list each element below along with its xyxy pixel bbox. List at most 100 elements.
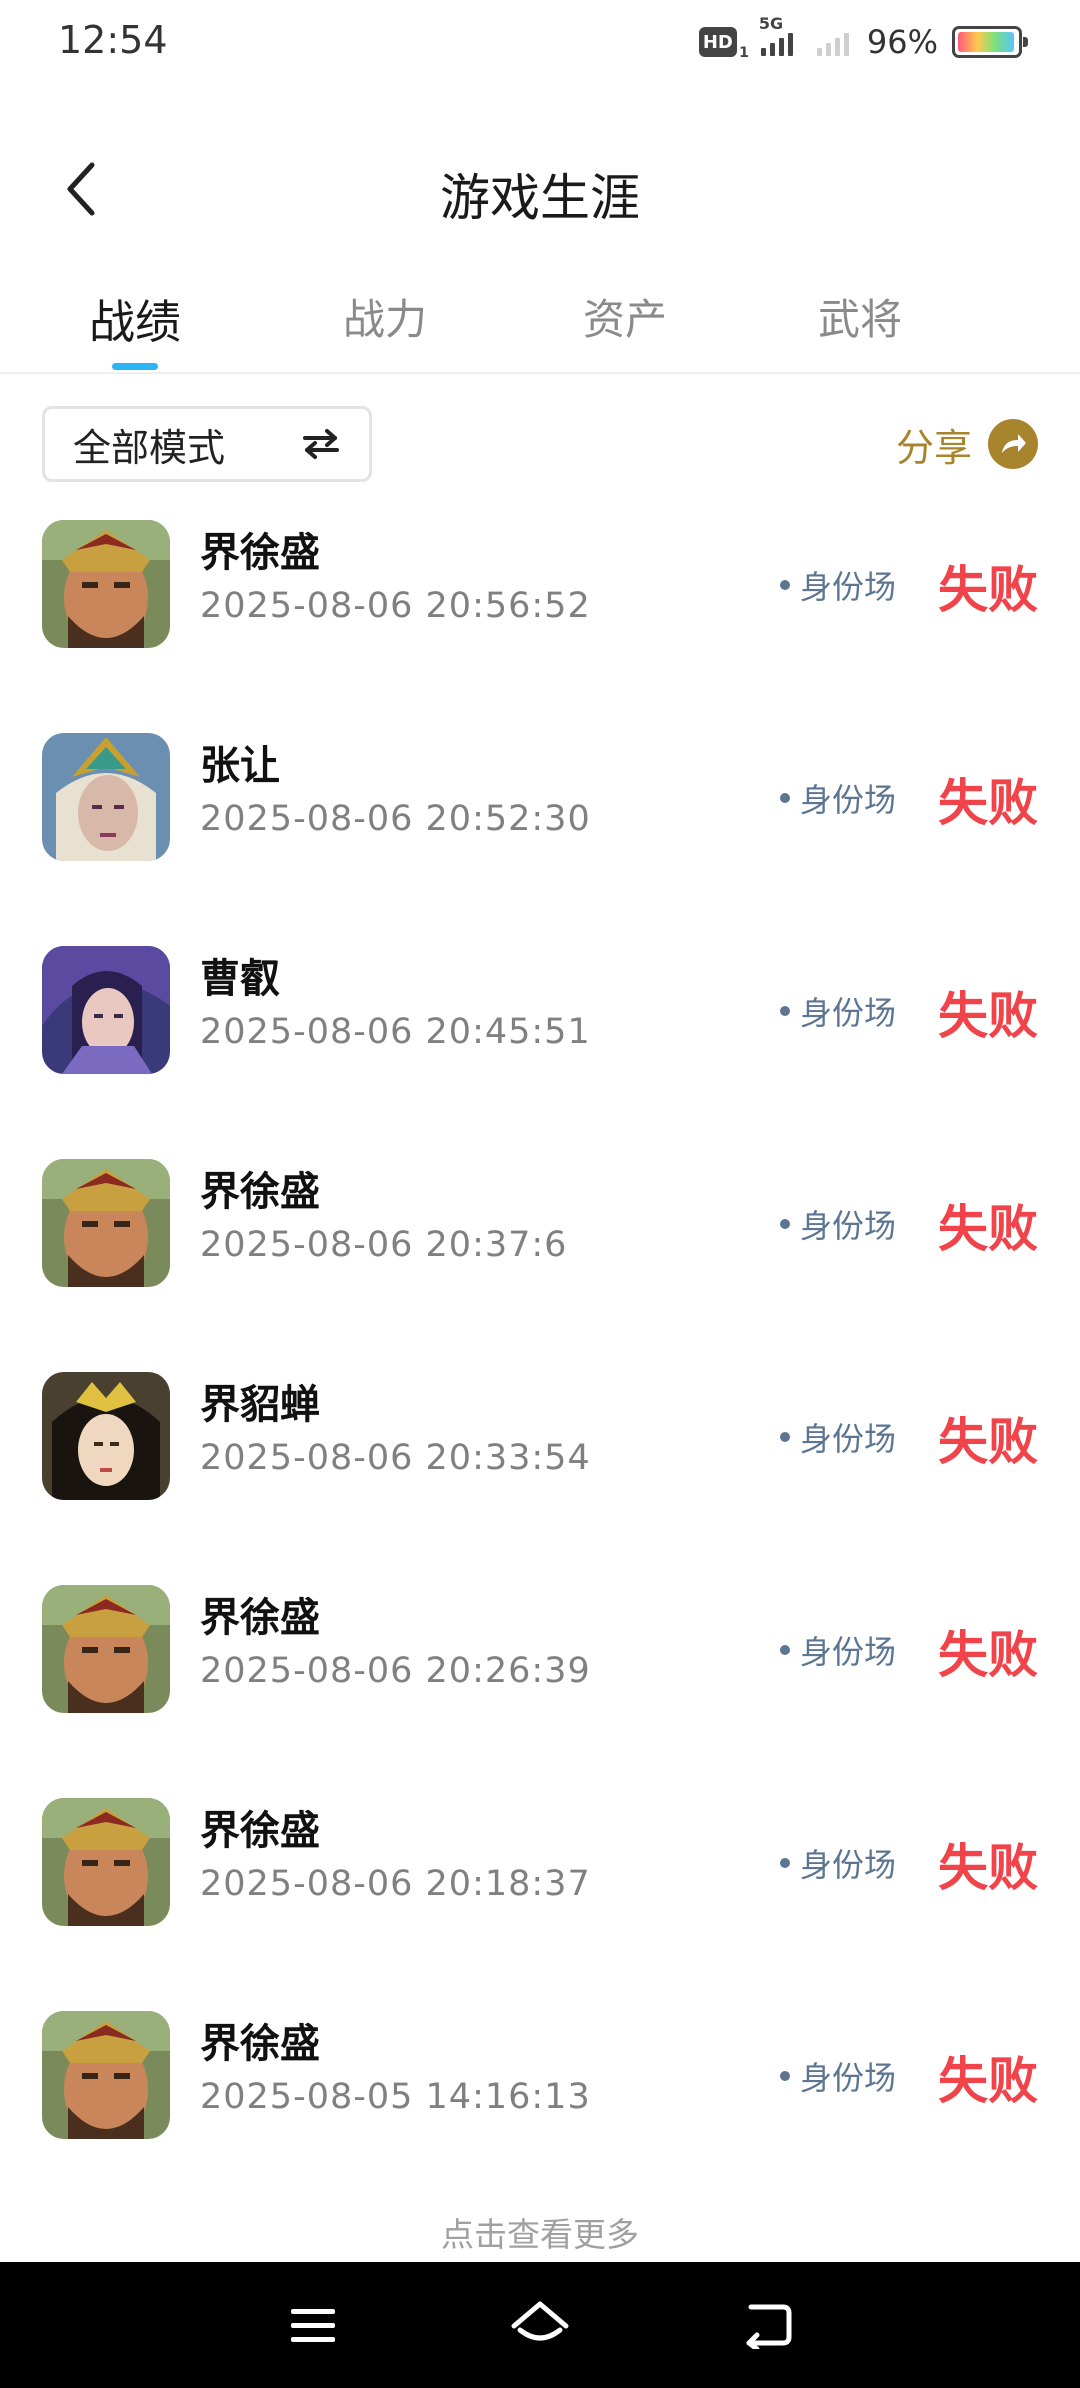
tab-label: 资产 (582, 295, 667, 344)
mode-text: 身份场 (800, 994, 897, 1032)
dot-icon (780, 2071, 790, 2081)
avatar (42, 1372, 170, 1500)
hero-name: 界徐盛 (200, 530, 320, 576)
mode-tag: 身份场 (780, 1414, 896, 1460)
match-time: 2025-08-06 20:37:6 (200, 1225, 568, 1265)
status-bar: 12:54 HD 1 5G 96% (0, 0, 1080, 84)
home-icon (511, 2301, 569, 2341)
menu-icon (291, 2309, 336, 2342)
mode-text: 身份场 (800, 1207, 897, 1245)
list-item[interactable]: 界徐盛 2025-08-06 20:26:39 身份场 失败 (0, 1585, 1080, 1798)
battery-percent: 96% (866, 23, 938, 61)
share-arrow-icon (988, 419, 1038, 469)
tab-label: 武将 (817, 295, 902, 344)
result-label: 失败 (938, 1839, 1038, 1897)
mode-text: 身份场 (800, 781, 897, 819)
signal-secondary-icon (816, 28, 849, 56)
hero-name: 界徐盛 (200, 1808, 320, 1854)
dot-icon (780, 1006, 790, 1016)
result-label: 失败 (938, 1200, 1038, 1258)
mode-tag: 身份场 (780, 1840, 896, 1886)
battery-icon (952, 26, 1028, 58)
record-list: 界徐盛 2025-08-06 20:56:52 身份场 失败 张让 2025-0… (0, 520, 1080, 2224)
list-item[interactable]: 界徐盛 2025-08-06 20:18:37 身份场 失败 (0, 1798, 1080, 2011)
signal-5g-icon: 5G (759, 14, 793, 56)
mode-text: 身份场 (800, 1633, 897, 1671)
dot-icon (780, 1432, 790, 1442)
share-label: 分享 (895, 425, 972, 470)
tab-active-indicator (112, 363, 158, 370)
app-header: 游戏生涯 (0, 130, 1080, 250)
status-icons: HD 1 5G 96% (698, 14, 1028, 62)
match-time: 2025-08-06 20:26:39 (200, 1651, 591, 1691)
list-item[interactable]: 界徐盛 2025-08-06 20:37:6 身份场 失败 (0, 1159, 1080, 1372)
hero-name: 曹叡 (200, 956, 280, 1002)
back-nav-button[interactable] (722, 2280, 812, 2370)
tab-assets[interactable]: 资产 (500, 270, 750, 372)
hd-icon: HD 1 (698, 27, 749, 61)
mode-text: 身份场 (800, 2059, 897, 2097)
tab-power[interactable]: 战力 (270, 270, 500, 372)
mode-tag: 身份场 (780, 988, 896, 1034)
game-career-page: 12:54 HD 1 5G 96% 游戏生涯 战绩 战力 资产 武将 全部模式 … (0, 0, 1080, 2388)
hd-sub-label: 1 (739, 45, 749, 61)
menu-button[interactable] (268, 2280, 358, 2370)
page-title: 游戏生涯 (440, 169, 640, 227)
dot-icon (780, 580, 790, 590)
list-item[interactable]: 界貂蝉 2025-08-06 20:33:54 身份场 失败 (0, 1372, 1080, 1585)
dot-icon (780, 1858, 790, 1868)
dot-icon (780, 1219, 790, 1229)
result-label: 失败 (938, 1626, 1038, 1684)
hero-name: 界貂蝉 (200, 1382, 320, 1428)
result-label: 失败 (938, 987, 1038, 1045)
avatar (42, 946, 170, 1074)
load-more-link[interactable]: 点击查看更多 (0, 2208, 1080, 2256)
result-label: 失败 (938, 1413, 1038, 1471)
list-item[interactable]: 曹叡 2025-08-06 20:45:51 身份场 失败 (0, 946, 1080, 1159)
avatar (42, 1585, 170, 1713)
mode-filter-label: 全部模式 (73, 425, 226, 470)
mode-text: 身份场 (800, 568, 897, 606)
tab-record[interactable]: 战绩 (0, 270, 270, 372)
avatar (42, 733, 170, 861)
match-time: 2025-08-06 20:18:37 (200, 1864, 591, 1904)
mode-filter-button[interactable]: 全部模式 (42, 406, 372, 482)
list-item[interactable]: 界徐盛 2025-08-05 14:16:13 身份场 失败 (0, 2011, 1080, 2224)
hero-name: 界徐盛 (200, 1595, 320, 1641)
hero-name: 界徐盛 (200, 2021, 320, 2067)
match-time: 2025-08-06 20:52:30 (200, 799, 591, 839)
tab-label: 战绩 (89, 295, 181, 349)
hero-name: 张让 (200, 743, 280, 789)
avatar (42, 1159, 170, 1287)
hero-name: 界徐盛 (200, 1169, 320, 1215)
status-time: 12:54 (58, 18, 168, 62)
result-label: 失败 (938, 774, 1038, 832)
result-label: 失败 (938, 2052, 1038, 2110)
mode-tag: 身份场 (780, 2053, 896, 2099)
share-button[interactable]: 分享 (896, 416, 1038, 472)
match-time: 2025-08-05 14:16:13 (200, 2077, 591, 2117)
mode-tag: 身份场 (780, 562, 896, 608)
list-item[interactable]: 张让 2025-08-06 20:52:30 身份场 失败 (0, 733, 1080, 946)
hd-label: HD (702, 31, 733, 53)
list-item[interactable]: 界徐盛 2025-08-06 20:56:52 身份场 失败 (0, 520, 1080, 733)
swap-icon (303, 429, 339, 459)
match-time: 2025-08-06 20:45:51 (200, 1012, 591, 1052)
tab-generals[interactable]: 武将 (750, 270, 970, 372)
mode-tag: 身份场 (780, 1201, 896, 1247)
tab-bar: 战绩 战力 资产 武将 (0, 270, 1080, 374)
home-button[interactable] (495, 2280, 585, 2370)
tab-label: 战力 (342, 295, 427, 344)
dot-icon (780, 793, 790, 803)
avatar (42, 520, 170, 648)
return-icon (746, 2304, 792, 2349)
avatar (42, 2011, 170, 2139)
match-time: 2025-08-06 20:56:52 (200, 586, 591, 626)
mode-text: 身份场 (800, 1846, 897, 1884)
mode-text: 身份场 (800, 1420, 897, 1458)
mode-tag: 身份场 (780, 1627, 896, 1673)
avatar (42, 1798, 170, 1926)
mode-tag: 身份场 (780, 775, 896, 821)
dot-icon (780, 1645, 790, 1655)
result-label: 失败 (938, 561, 1038, 619)
